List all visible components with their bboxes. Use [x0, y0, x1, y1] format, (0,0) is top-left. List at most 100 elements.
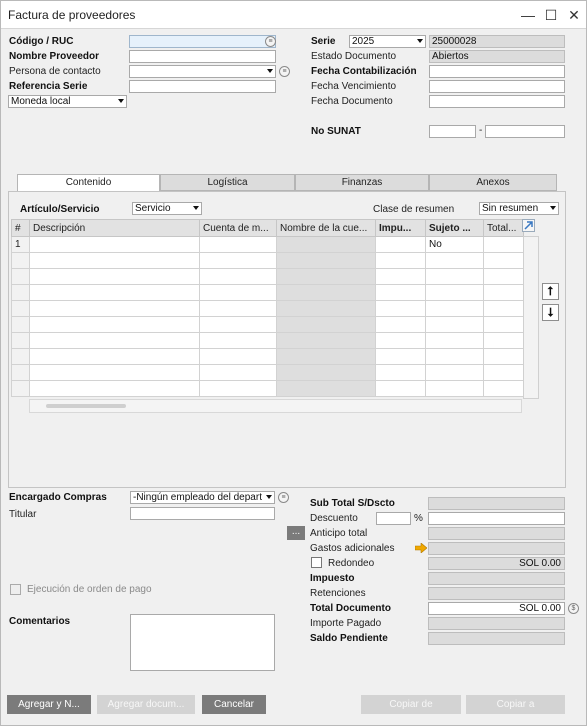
table-cell-cuenta[interactable] [199, 364, 277, 381]
contabilizacion-field[interactable] [429, 65, 565, 78]
table-cell-total[interactable] [483, 364, 524, 381]
table-cell-sujeto[interactable]: No [425, 236, 484, 253]
vertical-scrollbar[interactable] [523, 236, 539, 399]
agregar-documento-button[interactable]: Agregar docum... [97, 695, 195, 714]
fecha-documento-field[interactable] [429, 95, 565, 108]
table-cell-total[interactable] [483, 316, 524, 333]
table-cell-total[interactable] [483, 284, 524, 301]
codigo-field[interactable] [129, 35, 276, 48]
sunat-numero-field[interactable] [485, 125, 565, 138]
currency-info-icon[interactable]: $ [568, 603, 579, 614]
table-cell-impuesto[interactable] [375, 332, 426, 349]
table-cell-sujeto[interactable] [425, 332, 484, 349]
table-cell-descripcion[interactable] [29, 380, 200, 397]
referencia-field[interactable] [129, 80, 276, 93]
table-cell-descripcion[interactable] [29, 268, 200, 285]
column-header-impuesto[interactable]: Impu... [375, 219, 426, 237]
nombre-field[interactable] [129, 50, 276, 63]
table-cell-impuesto[interactable] [375, 300, 426, 317]
table-cell-total[interactable] [483, 252, 524, 269]
scrollbar-thumb[interactable] [46, 404, 126, 408]
table-cell-impuesto[interactable] [375, 380, 426, 397]
resumen-select[interactable]: Sin resumen [479, 202, 559, 215]
table-cell-descripcion[interactable] [29, 252, 200, 269]
table-cell-nombre[interactable] [276, 380, 376, 397]
moneda-select[interactable]: Moneda local [8, 95, 127, 108]
sunat-serie-field[interactable] [429, 125, 476, 138]
column-header-sujeto[interactable]: Sujeto ... [425, 219, 484, 237]
table-cell-nombre[interactable] [276, 268, 376, 285]
column-header-descripcion[interactable]: Descripción [29, 219, 200, 237]
table-cell-impuesto[interactable] [375, 348, 426, 365]
column-header-total[interactable]: Total... [483, 219, 524, 237]
descuento-pct-field[interactable] [376, 512, 411, 525]
table-cell-total[interactable] [483, 236, 524, 253]
table-cell-descripcion[interactable] [29, 236, 200, 253]
table-cell-sujeto[interactable] [425, 348, 484, 365]
table-row[interactable] [11, 268, 524, 285]
tab-contenido[interactable]: Contenido [17, 174, 160, 192]
expand-arrow-icon[interactable] [522, 219, 535, 232]
table-cell-cuenta[interactable] [199, 316, 277, 333]
redondeo-checkbox[interactable] [311, 557, 322, 568]
tab-anexos[interactable]: Anexos [429, 174, 557, 191]
table-cell-sujeto[interactable] [425, 380, 484, 397]
table-cell-cuenta[interactable] [199, 348, 277, 365]
table-cell-impuesto[interactable] [375, 364, 426, 381]
table-row[interactable] [11, 300, 524, 317]
table-row[interactable] [11, 348, 524, 365]
table-cell-cuenta[interactable] [199, 300, 277, 317]
contacto-select[interactable] [129, 65, 276, 78]
table-cell-total[interactable] [483, 268, 524, 285]
table-cell-cuenta[interactable] [199, 236, 277, 253]
descuento-field[interactable] [428, 512, 565, 525]
table-row[interactable] [11, 252, 524, 269]
table-cell-descripcion[interactable] [29, 348, 200, 365]
table-cell-sujeto[interactable] [425, 252, 484, 269]
table-cell-descripcion[interactable] [29, 300, 200, 317]
table-cell-cuenta[interactable] [199, 332, 277, 349]
column-header-nombre-cuenta[interactable]: Nombre de la cue... [276, 219, 376, 237]
maximize-icon[interactable]: ☐ [541, 5, 561, 25]
table-cell-nombre[interactable] [276, 348, 376, 365]
link-arrow-icon[interactable] [414, 542, 428, 554]
tab-logistica[interactable]: Logística [160, 174, 295, 191]
table-cell-nombre[interactable] [276, 284, 376, 301]
tipo-select[interactable]: Servicio [132, 202, 202, 215]
table-cell-total[interactable] [483, 300, 524, 317]
table-cell-impuesto[interactable] [375, 268, 426, 285]
table-cell-sujeto[interactable] [425, 268, 484, 285]
table-cell-cuenta[interactable] [199, 268, 277, 285]
list-picker-icon[interactable]: ≡ [279, 66, 290, 77]
table-row[interactable] [11, 332, 524, 349]
tab-finanzas[interactable]: Finanzas [295, 174, 429, 191]
table-cell-impuesto[interactable] [375, 252, 426, 269]
move-down-button[interactable]: ⭣ [542, 304, 559, 321]
table-cell-cuenta[interactable] [199, 380, 277, 397]
table-cell-total[interactable] [483, 380, 524, 397]
table-cell-impuesto[interactable] [375, 284, 426, 301]
table-cell-descripcion[interactable] [29, 316, 200, 333]
table-cell-sujeto[interactable] [425, 300, 484, 317]
table-cell-descripcion[interactable] [29, 284, 200, 301]
horizontal-scrollbar[interactable] [29, 399, 522, 413]
table-cell-cuenta[interactable] [199, 284, 277, 301]
serie-select[interactable]: 2025 [349, 35, 426, 48]
table-cell-total[interactable] [483, 332, 524, 349]
titular-field[interactable] [130, 507, 275, 520]
copiar-a-button[interactable]: Copiar a [466, 695, 565, 714]
table-cell-nombre[interactable] [276, 364, 376, 381]
table-row[interactable] [11, 316, 524, 333]
ejecucion-checkbox[interactable] [10, 584, 21, 595]
table-cell-nombre[interactable] [276, 332, 376, 349]
move-up-button[interactable]: ⭡ [542, 283, 559, 300]
table-cell-descripcion[interactable] [29, 364, 200, 381]
table-cell-cuenta[interactable] [199, 252, 277, 269]
anticipo-picker-button[interactable]: ... [287, 526, 305, 540]
minimize-icon[interactable]: — [518, 5, 538, 25]
list-picker-icon[interactable]: ≡ [265, 36, 276, 47]
agregar-button[interactable]: Agregar y N... [7, 695, 91, 714]
table-cell-impuesto[interactable] [375, 316, 426, 333]
table-cell-nombre[interactable] [276, 252, 376, 269]
table-cell-sujeto[interactable] [425, 364, 484, 381]
